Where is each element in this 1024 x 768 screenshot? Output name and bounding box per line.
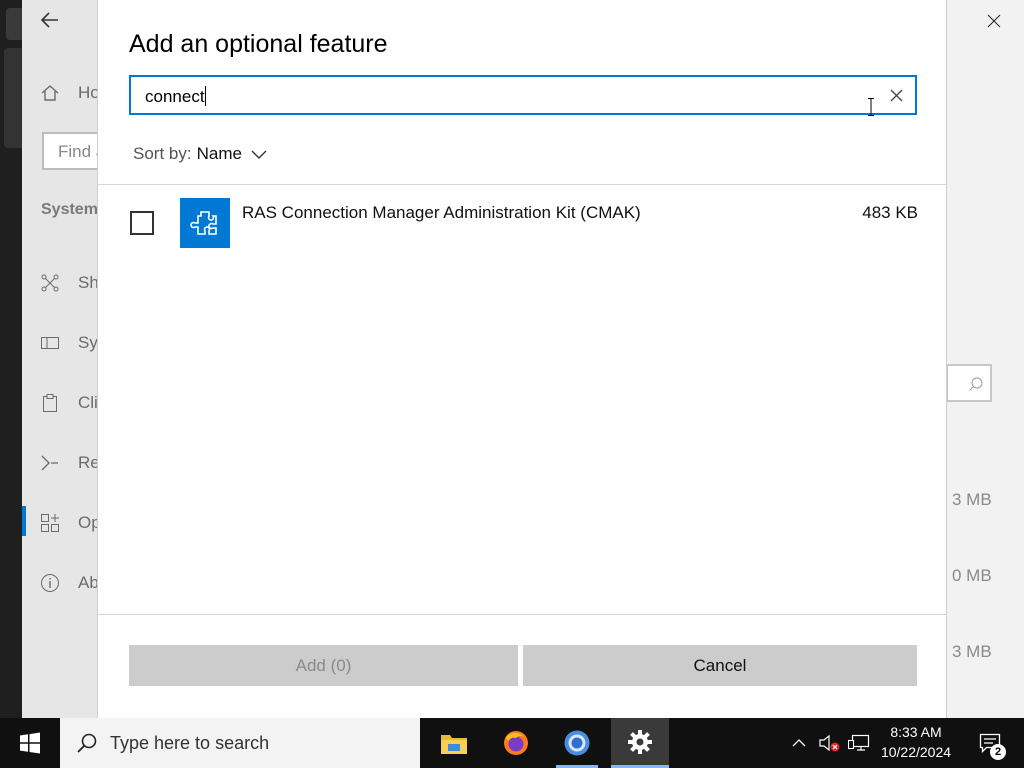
remote-icon <box>40 453 60 473</box>
find-setting-input[interactable]: Find a <box>42 132 102 170</box>
cancel-button[interactable]: Cancel <box>523 645 917 686</box>
section-label: System <box>41 201 98 218</box>
clock-time: 8:33 AM <box>890 724 942 740</box>
search-icon <box>969 377 983 391</box>
sort-dropdown[interactable]: Sort by: Name <box>133 144 267 164</box>
feature-checkbox[interactable] <box>130 211 154 235</box>
feature-name: RAS Connection Manager Administration Ki… <box>242 203 641 222</box>
back-arrow-icon[interactable] <box>40 10 64 32</box>
sort-value: Name <box>196 144 242 163</box>
search-icon <box>77 733 97 753</box>
volume-muted-icon[interactable] <box>816 718 842 768</box>
network-icon[interactable] <box>846 718 872 768</box>
firefox-icon[interactable] <box>487 718 545 768</box>
clock-date: 10/22/2024 <box>880 744 952 760</box>
feature-size: 0 MB <box>952 566 992 585</box>
add-optional-feature-dialog: Add an optional feature connect Sort by:… <box>97 0 947 718</box>
action-center-button[interactable]: 2 <box>970 718 1010 768</box>
text-caret <box>204 86 206 106</box>
chrome-icon[interactable] <box>548 718 606 768</box>
sidebar-item-clipboard[interactable]: Cli <box>40 392 100 414</box>
share-icon <box>40 273 60 293</box>
feature-search-input[interactable]: connect <box>129 75 917 115</box>
taskbar-clock[interactable]: 8:33 AM 10/22/2024 <box>874 722 958 762</box>
ibeam-cursor-icon <box>868 98 874 116</box>
sidebar-item-shared[interactable]: Sh <box>40 272 100 294</box>
windows-logo-icon <box>20 732 40 754</box>
chevron-down-icon <box>251 150 267 159</box>
grid-plus-icon <box>40 513 60 533</box>
desktop-edge <box>0 0 22 718</box>
taskbar: Type here to search 8:33 AM 10/22/2024 2 <box>0 718 1024 768</box>
sort-label: Sort by: <box>133 144 192 163</box>
file-explorer-icon[interactable] <box>425 718 483 768</box>
clear-search-icon[interactable] <box>885 84 907 106</box>
feature-size: 3 MB <box>952 490 992 509</box>
search-input-value: connect <box>145 87 205 106</box>
settings-gear-icon[interactable] <box>611 718 669 768</box>
divider <box>98 614 946 615</box>
sidebar-item-label: Cli <box>78 393 98 412</box>
sidebar-item-remote[interactable]: Re <box>40 452 100 474</box>
sidebar-item-optional-features[interactable]: Op <box>40 512 100 534</box>
sidebar-item-label: Sy <box>78 333 98 352</box>
dialog-title: Add an optional feature <box>129 30 388 58</box>
taskbar-search-placeholder: Type here to search <box>110 732 270 753</box>
sidebar-item-label: Sh <box>78 273 99 292</box>
notification-badge: 2 <box>990 744 1006 760</box>
sidebar-item-about[interactable]: Ab <box>40 572 100 594</box>
close-window-button[interactable] <box>979 8 1009 34</box>
window-icon <box>40 333 60 353</box>
sidebar-item-home[interactable]: Ho <box>40 82 100 104</box>
taskbar-search-box[interactable]: Type here to search <box>60 718 420 768</box>
selected-indicator <box>22 506 26 536</box>
home-icon <box>40 83 60 103</box>
puzzle-icon <box>180 198 230 248</box>
installed-features-search[interactable] <box>946 364 992 402</box>
chevron-up-icon[interactable] <box>788 718 810 768</box>
sidebar-item-label: Ab <box>78 573 99 592</box>
settings-sidebar <box>22 0 98 718</box>
clipboard-icon <box>40 393 60 413</box>
divider <box>98 184 946 185</box>
start-button[interactable] <box>0 718 60 768</box>
desktop-edge-shape <box>6 8 22 40</box>
add-button[interactable]: Add (0) <box>129 645 518 686</box>
feature-list-item[interactable]: RAS Connection Manager Administration Ki… <box>98 196 946 250</box>
sidebar-item-system[interactable]: Sy <box>40 332 100 354</box>
info-icon <box>40 573 60 593</box>
feature-size: 3 MB <box>952 642 992 661</box>
feature-size: 483 KB <box>862 203 918 222</box>
desktop-edge-shape <box>4 48 22 148</box>
